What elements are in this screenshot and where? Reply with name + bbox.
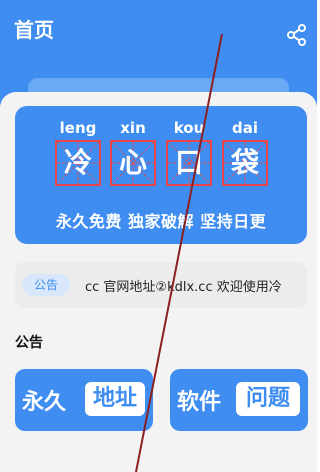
software-issues-button[interactable]: 软件 问题: [170, 369, 308, 431]
character-box: 冷: [55, 140, 101, 186]
notice-badge: 公告: [22, 274, 70, 296]
card-prefix: 软件: [177, 390, 222, 415]
brand-character: 口: [174, 146, 203, 179]
character-box: 心: [110, 140, 156, 186]
character-box: 口: [166, 140, 212, 186]
pinyin-label: kou: [173, 119, 205, 137]
share-icon[interactable]: [287, 24, 307, 46]
notice-marquee[interactable]: 公告 cc 官网地址②kdlx.cc 欢迎使用冷: [15, 262, 307, 308]
permanent-address-button[interactable]: 永久 地址: [15, 369, 153, 431]
notice-text: cc 官网地址②kdlx.cc 欢迎使用冷: [85, 280, 282, 295]
pinyin-label: xin: [120, 119, 146, 137]
brand-character: 心: [118, 146, 147, 179]
card-highlight: 问题: [236, 382, 300, 416]
pinyin-label: dai: [231, 119, 258, 137]
banner-slogan: 永久免费 独家破解 坚持日更: [55, 212, 267, 231]
pinyin-label: leng: [59, 119, 97, 137]
character-box: 袋: [222, 140, 268, 186]
card-highlight: 地址: [85, 382, 145, 416]
card-prefix: 永久: [22, 390, 67, 415]
page-title: 首页: [14, 18, 54, 42]
pinyin-row: leng xin kou dai: [0, 119, 317, 139]
brand-character: 袋: [230, 146, 259, 179]
brand-character: 冷: [63, 146, 92, 179]
section-title: 公告: [15, 335, 43, 351]
